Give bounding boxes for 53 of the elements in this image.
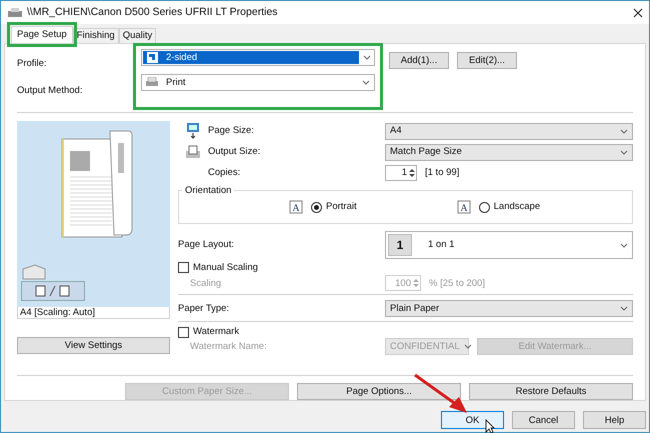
field-label: Copies: <box>208 166 240 178</box>
profile-button[interactable]: Add(1)... <box>389 52 449 69</box>
window-title: \\MR_CHIEN\Canon D500 Series UFRII LT Properties <box>27 6 278 19</box>
field-label: Scaling <box>190 278 222 289</box>
range-hint: [1 to 99] <box>425 166 460 178</box>
tab[interactable]: Quality <box>118 28 156 43</box>
view-settings-button[interactable]: View Settings <box>17 337 170 354</box>
radio-option[interactable]: Landscape <box>478 201 540 213</box>
preview-caption: A4 [Scaling: Auto] <box>17 306 170 320</box>
radio-option[interactable]: Portrait <box>311 201 357 213</box>
field-label: Page Size: <box>208 125 254 137</box>
preview-toggle-button[interactable] <box>21 280 85 301</box>
page-size-dropdown[interactable]: A4 <box>385 122 633 140</box>
field-label: Output Size: <box>208 146 260 158</box>
page-orientation-icon: A <box>289 200 303 214</box>
dialog-button[interactable]: Page Options... <box>297 383 461 400</box>
output-size-icon <box>186 145 200 160</box>
tab[interactable]: Finishing <box>72 28 119 43</box>
dialog-button[interactable]: OK <box>441 411 504 429</box>
chevron-down-icon <box>620 306 628 312</box>
field-label: Watermark Name: <box>190 340 267 352</box>
chevron-down-icon <box>464 344 472 349</box>
field-label: Paper Type: <box>178 303 230 315</box>
arrow <box>413 373 469 415</box>
page-size-icon <box>186 123 200 140</box>
profile-dropdown[interactable]: 2-sided <box>141 49 375 66</box>
chevron-down-icon <box>620 128 628 134</box>
profile-button[interactable]: Edit(2)... <box>457 52 517 69</box>
chevron-down-icon <box>620 242 628 248</box>
page-layout-dropdown[interactable]: 1 1 on 1 <box>385 231 633 260</box>
range-hint: % [25 to 200] <box>429 278 485 290</box>
dialog-button[interactable]: Restore Defaults <box>469 383 633 400</box>
checkbox-label: Watermark <box>193 326 240 338</box>
dialog-button[interactable]: Cancel <box>512 411 575 429</box>
checkbox[interactable] <box>178 262 189 274</box>
output-method-dropdown[interactable]: Print <box>141 74 375 91</box>
chevron-down-icon <box>363 55 371 60</box>
two-sided-icon <box>147 52 158 63</box>
group-title: Orientation <box>182 184 234 196</box>
field-label: Output Method: <box>17 84 84 96</box>
dialog-button[interactable]: Help <box>583 411 646 429</box>
output-size-dropdown[interactable]: Match Page Size <box>385 144 633 161</box>
checkbox[interactable] <box>178 326 189 338</box>
copies-spinner[interactable]: 1 <box>385 164 417 181</box>
field-label: Profile: <box>17 58 48 70</box>
chevron-down-icon <box>362 80 370 85</box>
page-orientation-icon: A <box>456 200 471 214</box>
paper-type-dropdown[interactable]: Plain Paper <box>385 300 633 318</box>
mouse-pointer-icon <box>485 419 495 433</box>
field-label: Page Layout: <box>178 239 235 251</box>
close-icon[interactable] <box>633 8 643 18</box>
chevron-down-icon <box>620 150 628 155</box>
checkbox-label: Manual Scaling <box>193 262 258 274</box>
